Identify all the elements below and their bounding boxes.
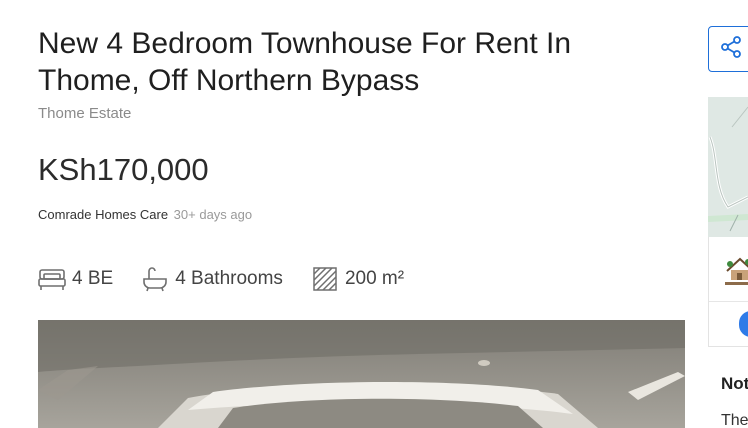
notes-heading: Not [721, 374, 748, 393]
share-icon [719, 35, 743, 64]
listing-location[interactable]: Thome Estate [38, 105, 131, 122]
feature-label: 4 Bathrooms [175, 268, 283, 289]
agency-card [708, 237, 748, 347]
share-button[interactable] [708, 26, 748, 72]
map-roads [708, 97, 748, 237]
bed-icon [38, 265, 66, 293]
agent-name[interactable]: Comrade Homes Care [38, 207, 168, 222]
feature-label: 4 BE [72, 268, 114, 289]
listing-photo[interactable] [38, 320, 685, 428]
agent-line: Comrade Homes Care 30+ days ago [38, 207, 252, 222]
area-icon [311, 265, 339, 293]
agency-logo[interactable] [725, 251, 748, 287]
listing-title: New 4 Bedroom Townhouse For Rent In Thom… [38, 27, 572, 97]
photo-content [38, 320, 685, 428]
listing-page: New 4 Bedroom Townhouse For Rent In Thom… [0, 0, 748, 428]
location-map[interactable] [708, 97, 748, 237]
feature-label: 200 m² [344, 268, 405, 289]
feature-bathrooms: 4 Bathrooms [141, 265, 283, 293]
listing-price: KSh170,000 [38, 152, 209, 187]
feature-area: 200 m² [311, 265, 404, 293]
feature-bedrooms: 4 BE [38, 265, 113, 293]
posted-time: 30+ days ago [173, 207, 253, 222]
feature-list: 4 BE 4 Bathrooms 200 m² [38, 264, 432, 294]
notes-text: The [721, 412, 748, 428]
card-divider [709, 301, 748, 302]
contact-agent-button[interactable] [739, 311, 748, 337]
bathtub-icon [141, 265, 169, 293]
